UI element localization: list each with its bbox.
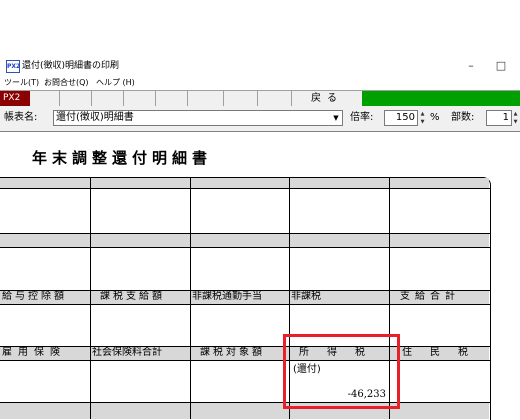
zoom-unit: % bbox=[430, 112, 440, 123]
desktop-background bbox=[0, 0, 520, 56]
maximize-button[interactable]: □ bbox=[492, 57, 510, 75]
zoom-input[interactable]: 150 bbox=[384, 110, 418, 126]
copies-label: 部数: bbox=[451, 112, 475, 123]
toolbar-button-1[interactable] bbox=[30, 91, 60, 106]
report-name-label: 帳表名: bbox=[4, 112, 38, 123]
header-nontaxable: 非課税 bbox=[291, 291, 321, 302]
table-col-rule bbox=[190, 177, 191, 419]
toolbar-button-7[interactable] bbox=[224, 91, 258, 106]
menu-tools[interactable]: ツール(T) bbox=[4, 77, 39, 89]
separator bbox=[0, 131, 520, 132]
copies-spinner-icon[interactable]: ▲ ▼ bbox=[511, 110, 520, 126]
toolbar-button-8[interactable] bbox=[258, 91, 292, 106]
minimize-button[interactable]: – bbox=[462, 57, 480, 75]
chevron-down-icon[interactable]: ▼ bbox=[330, 111, 342, 125]
menu-inquiry[interactable]: お問合せ(Q) bbox=[44, 77, 89, 89]
table-band bbox=[0, 233, 489, 247]
table-rule bbox=[0, 360, 490, 361]
table-rule bbox=[0, 188, 490, 189]
app-icon: PX2 bbox=[6, 60, 20, 73]
table-col-rule bbox=[90, 177, 91, 419]
status-bar-green bbox=[362, 91, 520, 106]
report-name-select[interactable]: 還付(徴収)明細書 bbox=[53, 110, 343, 126]
header-total-pay: 支給合計 bbox=[400, 291, 460, 302]
document-title: 年末調整還付明細書 bbox=[32, 149, 213, 167]
copies-input[interactable]: 1 bbox=[486, 110, 512, 126]
table-rule bbox=[0, 247, 490, 248]
header-resident-tax: 住民税 bbox=[402, 347, 486, 358]
highlight-box bbox=[283, 334, 400, 409]
toolbar-button-4[interactable] bbox=[124, 91, 156, 106]
table-band bbox=[0, 402, 489, 419]
table-rule bbox=[0, 233, 490, 234]
zoom-spinner-icon[interactable]: ▲ ▼ bbox=[418, 110, 427, 126]
header-employment-insurance: 雇用保険 bbox=[2, 347, 66, 358]
header-taxable-amount: 課税対象額 bbox=[200, 347, 265, 358]
header-taxable-pay: 課税支給額 bbox=[100, 291, 165, 302]
zoom-label: 倍率: bbox=[350, 112, 374, 123]
header-social-insurance-total: 社会保険料合計 bbox=[92, 347, 162, 358]
toolbar-button-5[interactable] bbox=[156, 91, 188, 106]
table-band bbox=[0, 178, 489, 188]
px2-badge: PX2 bbox=[0, 91, 30, 106]
window-title: 還付(徴収)明細書の印刷 bbox=[22, 61, 120, 71]
table-rule bbox=[0, 402, 490, 403]
back-button[interactable]: 戻る bbox=[292, 91, 362, 106]
header-nontaxable-commute: 非課税通勤手当 bbox=[192, 291, 262, 302]
toolbar-button-6[interactable] bbox=[188, 91, 224, 106]
table-rule bbox=[0, 304, 490, 305]
toolbar-button-2[interactable] bbox=[60, 91, 92, 106]
header-salary-deduction: 給与控除額 bbox=[2, 291, 67, 302]
menu-help[interactable]: ヘルプ (H) bbox=[96, 77, 135, 89]
toolbar-button-3[interactable] bbox=[92, 91, 124, 106]
